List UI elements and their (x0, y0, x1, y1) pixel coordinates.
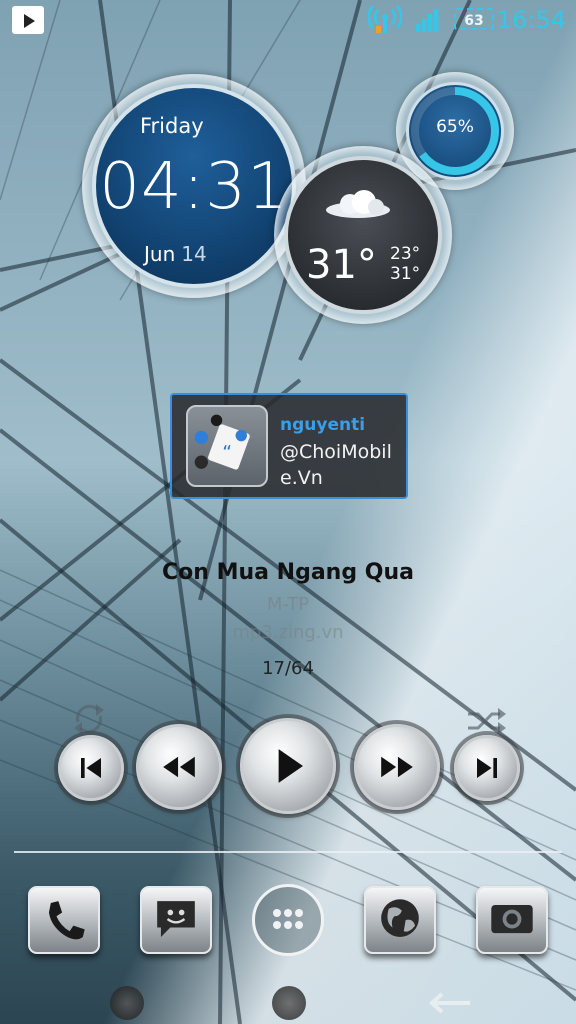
rewind-button[interactable] (136, 724, 222, 810)
play-button[interactable] (240, 718, 336, 814)
playstation-icon[interactable] (272, 986, 306, 1020)
clock-month: Jun (144, 242, 176, 266)
chat-app-icon[interactable]: “ (186, 405, 268, 487)
track-counter: 17/64 (262, 658, 314, 679)
battery-widget[interactable]: 65% (406, 82, 504, 180)
shuffle-icon[interactable] (466, 706, 506, 736)
browser-icon[interactable] (364, 886, 436, 954)
chat-user: nguyenti (280, 415, 366, 435)
camera-icon[interactable] (476, 886, 548, 954)
skip-previous-button[interactable] (58, 735, 124, 801)
phone-icon[interactable] (28, 886, 100, 954)
clock-date-number: 14 (181, 242, 207, 266)
chat-message: @ChoiMobile.Vn (280, 441, 392, 489)
signal-icon (414, 6, 440, 32)
wifi-hotspot-icon (368, 4, 402, 33)
song-artist: M-TP (266, 594, 310, 615)
app-shortcut-icon[interactable] (110, 986, 144, 1020)
svg-text:“: “ (222, 441, 232, 463)
messaging-icon[interactable] (140, 886, 212, 954)
status-time: 16:54 (496, 6, 566, 34)
battery-icon: 63 (454, 8, 494, 30)
play-store-icon[interactable] (12, 6, 44, 34)
dock-divider (14, 851, 562, 853)
clock-time: 04:31 (99, 150, 289, 224)
app-drawer-icon[interactable] (252, 884, 324, 956)
weather-high: 23° (390, 244, 421, 264)
chat-widget[interactable]: “ nguyenti @ChoiMobile.Vn (170, 393, 408, 499)
skip-next-button[interactable] (454, 735, 520, 801)
back-icon[interactable] (426, 990, 472, 1016)
cloud-icon (326, 190, 390, 218)
clock-day: Friday (140, 114, 204, 138)
battery-percent: 65% (436, 117, 474, 137)
song-title: Con Mua Ngang Qua (162, 560, 414, 585)
fast-forward-button[interactable] (354, 724, 440, 810)
status-bar: 63 16:54 (0, 0, 576, 40)
song-source: mp3.zing.vn (232, 622, 344, 643)
repeat-icon[interactable] (70, 702, 108, 736)
weather-temperature: 31° (306, 242, 377, 288)
weather-widget[interactable]: 31° 23° 31° (284, 156, 442, 314)
clock-date: Jun 14 (144, 242, 207, 266)
weather-low: 31° (390, 264, 421, 284)
clock-widget[interactable]: Friday 04:31 Jun 14 (92, 84, 296, 288)
